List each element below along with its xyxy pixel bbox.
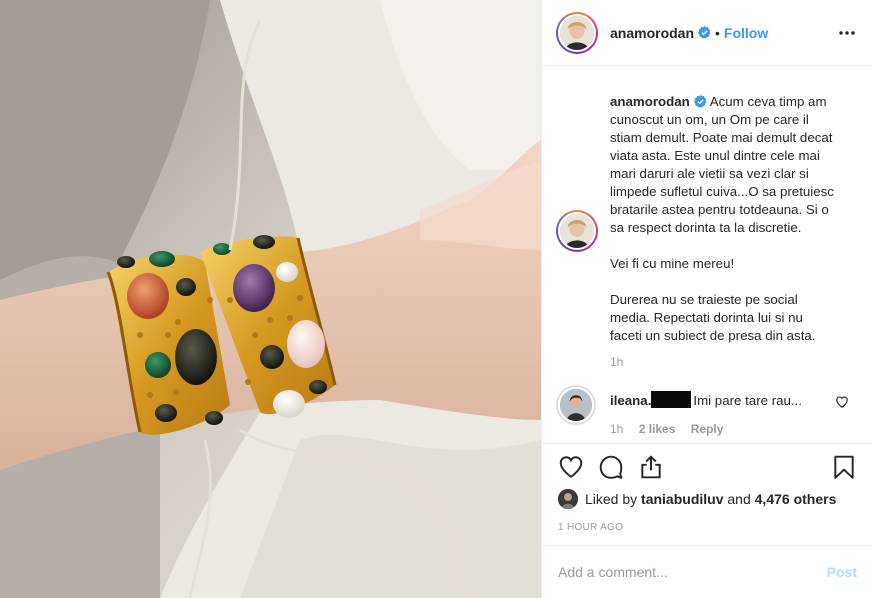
comment-reply-button[interactable]: Reply [691,422,724,436]
share-icon[interactable] [638,454,664,480]
comment-text-line: ileana. Imi pare tare rau... [610,391,857,410]
author-avatar[interactable] [556,11,598,54]
commenter-avatar[interactable] [556,385,596,425]
caption-paragraph-1: anamorodan Acum ceva timp am cunoscut un… [610,93,838,237]
post-comment-button[interactable]: Post [827,564,857,580]
redaction-bar [651,391,692,408]
comment-item: ileana. Imi pare tare rau... 1h 2 likes R… [542,385,873,442]
follow-button[interactable]: Follow [724,25,768,41]
bookmark-icon[interactable] [831,454,857,480]
add-comment-bar: Post [542,545,873,598]
comments-section[interactable]: anamorodan Acum ceva timp am cunoscut un… [542,67,873,442]
likes-count[interactable]: 4,476 others [755,491,837,507]
caption-paragraph-2: Vei fi cu mine mereu! [610,256,735,271]
comment-likes[interactable]: 2 likes [639,422,676,436]
more-options-icon[interactable] [835,21,859,45]
commenter-username[interactable]: ileana. [610,393,651,408]
portrait-icon [558,489,578,509]
comment-text: Imi pare tare rau... [693,393,803,408]
caption-paragraph-3: Durerea nu se traieste pe social media. … [610,292,816,343]
portrait-icon [560,15,594,50]
comment-meta: 1h 2 likes Reply [610,422,857,436]
liker-avatar[interactable] [558,489,578,509]
author-avatar-image [558,13,596,52]
commenter-avatar-image [558,387,594,423]
bracelets-photo [0,0,541,598]
likes-summary: Liked by taniabudiluv and 4,476 others [558,489,836,509]
post-actions-bar [542,443,873,495]
author-username[interactable]: anamorodan [610,25,694,41]
comment-input[interactable] [558,564,827,580]
caption-avatar[interactable] [556,210,598,252]
portrait-icon [560,214,594,248]
post-header: anamorodan • Follow [542,0,873,66]
comment-time[interactable]: 1h [610,422,623,436]
likes-prefix: Liked by [585,491,638,507]
caption-text: Acum ceva timp am cunoscut un om, un Om … [610,94,834,235]
caption-username[interactable]: anamorodan [610,94,690,109]
header-separator: • [715,24,720,41]
comment-like-heart-icon[interactable] [835,395,849,409]
verified-badge-icon [693,95,707,108]
post-photo[interactable] [0,0,541,598]
instagram-post-view: anamorodan • Follow anamorodan Acum ceva… [0,0,873,598]
comment-bubble-icon[interactable] [598,454,624,480]
caption: anamorodan Acum ceva timp am cunoscut un… [542,67,873,369]
post-timestamp[interactable]: 1 HOUR AGO [558,522,623,533]
liker-username[interactable]: taniabudiluv [641,491,723,507]
likes-conjunction: and [727,491,751,507]
verified-badge-icon [698,26,711,39]
portrait-icon [560,389,592,421]
caption-avatar-image [558,212,596,250]
like-heart-icon[interactable] [558,454,584,480]
caption-time[interactable]: 1h [610,355,857,369]
post-side-panel: anamorodan • Follow anamorodan Acum ceva… [541,0,873,598]
